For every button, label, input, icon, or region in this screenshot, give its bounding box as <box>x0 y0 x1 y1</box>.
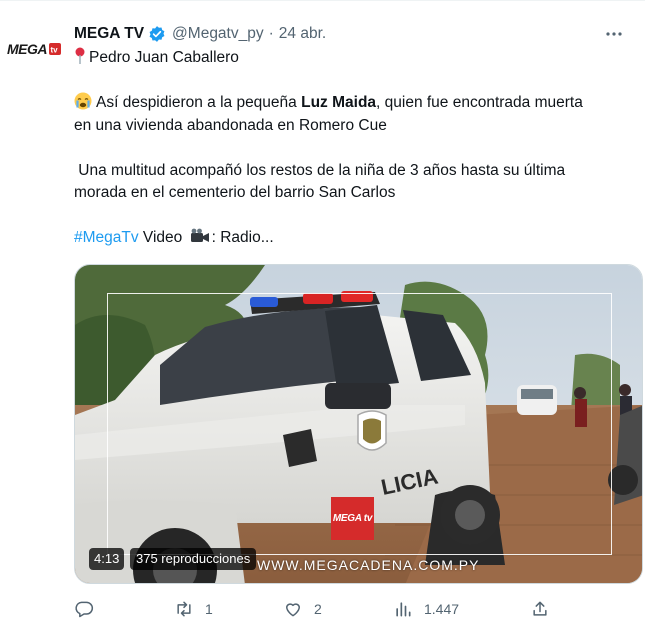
tweet-card[interactable]: MEGA tv MEGA TV @Megatv_py · 24 abr. Ped… <box>0 0 645 628</box>
video-duration: 4:13 <box>89 548 125 570</box>
tweet-header: MEGA TV @Megatv_py · 24 abr. <box>74 23 629 45</box>
text-prefix: Así despidieron a la pequeña <box>96 94 302 111</box>
location-text: Pedro Juan Caballero <box>89 49 239 66</box>
analytics-icon <box>396 602 411 617</box>
reply-icon <box>75 601 94 618</box>
video-label: Video <box>138 229 187 246</box>
verified-badge-icon <box>148 25 166 43</box>
text-line-credits: #MegaTv Video : Radio... <box>74 227 634 250</box>
views-count: 1.447 <box>424 601 460 617</box>
video-credit: : Radio... <box>211 229 274 246</box>
svg-text:MEGA: MEGA <box>7 41 47 57</box>
retweet-icon <box>177 601 191 617</box>
movie-camera-icon <box>190 228 210 244</box>
share-button[interactable] <box>530 597 550 621</box>
video-views: 375 reproducciones <box>130 548 257 570</box>
avatar[interactable]: MEGA tv <box>6 35 62 63</box>
separator-dot: · <box>268 25 274 42</box>
svg-text:tv: tv <box>51 46 59 55</box>
share-icon <box>533 601 547 616</box>
reply-button[interactable] <box>74 597 94 621</box>
hashtag-link[interactable]: #MegaTv <box>74 229 139 246</box>
text-suffix: , quien fue encontrada muerta <box>376 94 583 111</box>
more-horizontal-icon[interactable] <box>603 23 625 45</box>
heart-icon <box>286 603 300 617</box>
retweet-count: 1 <box>205 601 213 617</box>
text-line-2: Así despidieron a la pequeña Luz Maida, … <box>74 92 634 115</box>
tweet-date[interactable]: 24 abr. <box>279 25 326 43</box>
round-pushpin-icon <box>74 47 86 65</box>
text-line-3: en una vivienda abandonada en Romero Cue <box>74 116 387 134</box>
text-line-location: Pedro Juan Caballero <box>74 47 634 70</box>
action-bar: 1 2 1.447 <box>74 597 554 621</box>
text-bold-name: Luz Maida <box>301 94 377 111</box>
text-line-5: morada en el cementerio del barrio San C… <box>74 184 396 201</box>
views-button[interactable]: 1.447 <box>393 597 459 621</box>
retweet-button[interactable]: 1 <box>174 597 213 621</box>
tweet-text: Pedro Juan Caballero Así despidieron a l… <box>74 47 634 250</box>
user-handle[interactable]: @Megatv_py <box>172 25 264 43</box>
like-count: 2 <box>314 601 322 617</box>
display-name[interactable]: MEGA TV <box>74 25 144 43</box>
channel-logo: MEGA tv <box>331 497 374 540</box>
text-line-4: Una multitud acompañó los restos de la n… <box>74 161 566 179</box>
crying-face-icon <box>74 92 92 110</box>
video-watermark: WWW.MEGACADENA.COM.PY <box>257 557 480 573</box>
video-player[interactable]: LICIA MEGA tv WWW.MEGACADENA.COM.PY 4:13… <box>74 264 643 584</box>
like-button[interactable]: 2 <box>283 597 322 621</box>
